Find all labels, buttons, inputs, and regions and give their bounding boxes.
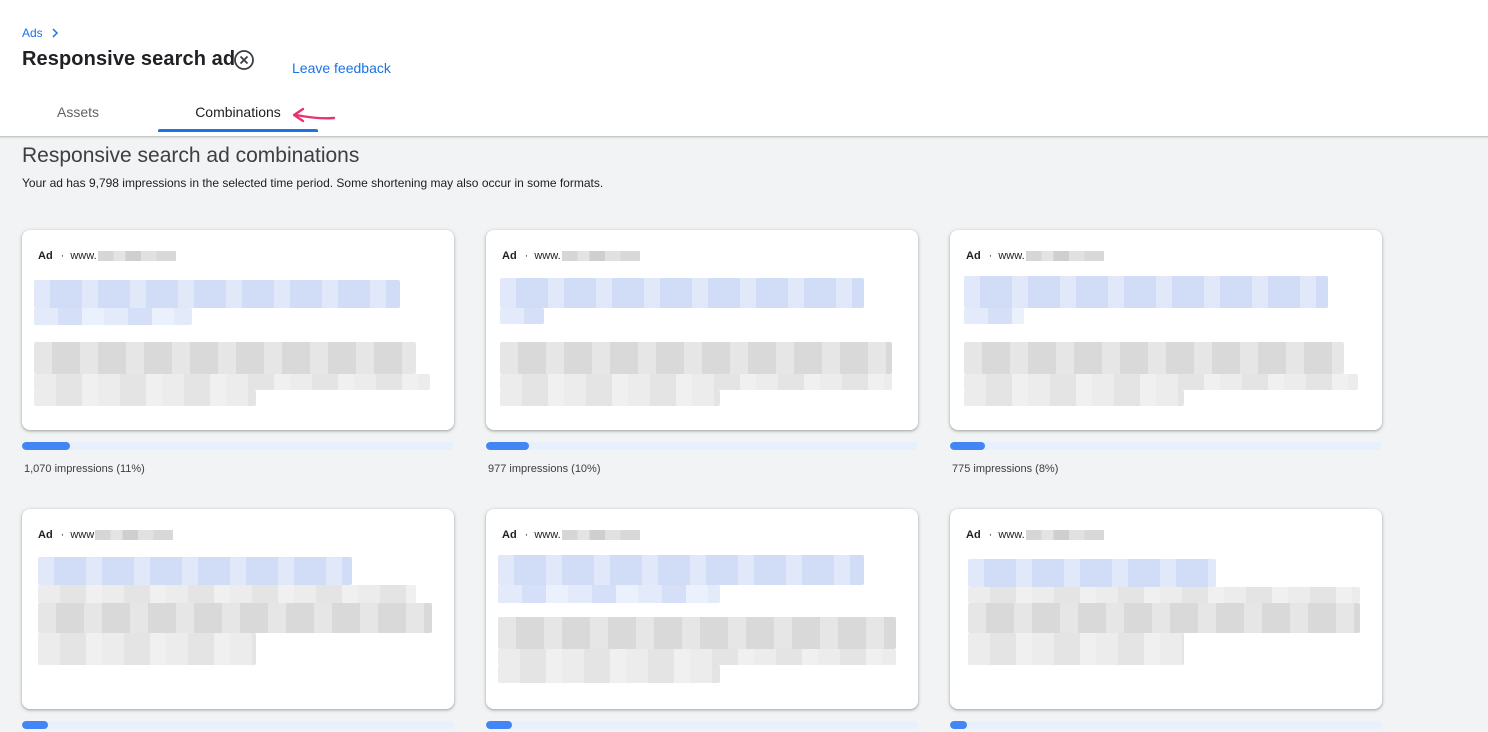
separator-dot: · <box>60 529 65 541</box>
redacted-headline <box>34 280 400 308</box>
separator-dot: · <box>988 529 993 541</box>
redacted-description <box>968 587 1360 603</box>
ad-url: www. <box>998 250 1025 262</box>
separator-dot: · <box>524 529 529 541</box>
redacted-url <box>561 251 640 261</box>
impressions-label: 1,070 impressions (11%) <box>24 463 145 475</box>
impression-share-fill <box>22 442 70 450</box>
redacted-url <box>561 530 640 540</box>
ad-combination-card[interactable]: Ad · www. <box>486 509 918 709</box>
redacted-headline <box>500 278 864 308</box>
redacted-headline <box>964 308 1024 324</box>
redacted-description <box>968 633 1184 665</box>
ad-url: www. <box>534 529 561 541</box>
impression-share-bar <box>22 721 454 729</box>
ad-label: Ad <box>502 250 517 262</box>
impression-share-bar <box>22 442 454 450</box>
impression-share-fill <box>486 442 530 450</box>
ad-label: Ad <box>38 250 53 262</box>
impression-share-fill <box>22 721 48 729</box>
redacted-description <box>964 390 1184 406</box>
impression-share-bar <box>950 442 1382 450</box>
pink-arrow-icon <box>292 107 336 123</box>
ad-combination-card[interactable]: Ad · www. <box>22 230 454 430</box>
redacted-description <box>964 374 1358 390</box>
redacted-description <box>500 374 892 390</box>
separator-dot: · <box>988 250 993 262</box>
ad-combination-card[interactable]: Ad · www. <box>486 230 918 430</box>
ad-url: www. <box>534 250 561 262</box>
redacted-description <box>500 390 720 406</box>
redacted-description <box>964 342 1344 374</box>
impression-share-bar <box>950 721 1382 729</box>
redacted-description <box>38 633 256 665</box>
ad-url: www. <box>70 250 97 262</box>
ad-header: Ad · www <box>38 529 174 541</box>
breadcrumb: Ads <box>22 26 61 40</box>
ad-combination-card[interactable]: Ad · www. <box>950 509 1382 709</box>
redacted-headline <box>968 559 1216 587</box>
redacted-description <box>34 342 416 374</box>
redacted-description <box>38 603 432 633</box>
chevron-right-icon <box>52 28 58 38</box>
redacted-url <box>95 530 174 540</box>
section-title: Responsive search ad combinations <box>22 144 360 167</box>
separator-dot: · <box>524 250 529 262</box>
impression-share-fill <box>486 721 512 729</box>
ad-header: Ad · www. <box>966 250 1104 262</box>
redacted-description <box>968 603 1360 633</box>
impressions-label: 775 impressions (8%) <box>952 463 1059 475</box>
leave-feedback-link[interactable]: Leave feedback <box>292 60 391 76</box>
page-header: Ads Responsive search ad Leave feedback … <box>0 0 1488 137</box>
ad-combination-card[interactable]: Ad · www <box>22 509 454 709</box>
tab-combinations-label: Combinations <box>195 104 281 120</box>
impression-share-bar <box>486 442 918 450</box>
redacted-headline <box>964 276 1328 308</box>
tab-assets[interactable]: Assets <box>40 90 116 134</box>
redacted-description <box>498 649 896 665</box>
breadcrumb-ads-link[interactable]: Ads <box>22 26 43 40</box>
redacted-description <box>34 390 256 406</box>
redacted-description <box>38 585 416 603</box>
ad-label: Ad <box>966 250 981 262</box>
active-tab-indicator <box>158 129 318 132</box>
ad-combination-card[interactable]: Ad · www. <box>950 230 1382 430</box>
ad-label: Ad <box>966 529 981 541</box>
redacted-headline <box>34 308 192 325</box>
impression-share-bar <box>486 721 918 729</box>
redacted-url <box>1025 251 1104 261</box>
redacted-description <box>34 374 430 390</box>
redacted-description <box>498 617 896 649</box>
ad-label: Ad <box>502 529 517 541</box>
impressions-label: 977 impressions (10%) <box>488 463 601 475</box>
page-title: Responsive search ad <box>22 48 236 70</box>
close-circle-icon[interactable] <box>233 49 255 71</box>
ad-header: Ad · www. <box>966 529 1104 541</box>
impression-share-fill <box>950 721 968 729</box>
redacted-headline <box>498 585 720 603</box>
redacted-url <box>97 251 176 261</box>
separator-dot: · <box>60 250 65 262</box>
ad-header: Ad · www. <box>502 529 640 541</box>
redacted-headline <box>498 555 864 585</box>
ad-url: www. <box>998 529 1025 541</box>
impression-share-fill <box>950 442 985 450</box>
section-subtitle: Your ad has 9,798 impressions in the sel… <box>22 176 604 190</box>
redacted-headline <box>500 308 544 324</box>
tab-assets-label: Assets <box>56 104 99 120</box>
ad-url: www <box>70 529 95 541</box>
redacted-url <box>1025 530 1104 540</box>
ad-header: Ad · www. <box>38 250 176 262</box>
redacted-description <box>498 665 720 683</box>
redacted-description <box>500 342 892 374</box>
ad-header: Ad · www. <box>502 250 640 262</box>
redacted-headline <box>38 557 352 585</box>
ad-label: Ad <box>38 529 53 541</box>
